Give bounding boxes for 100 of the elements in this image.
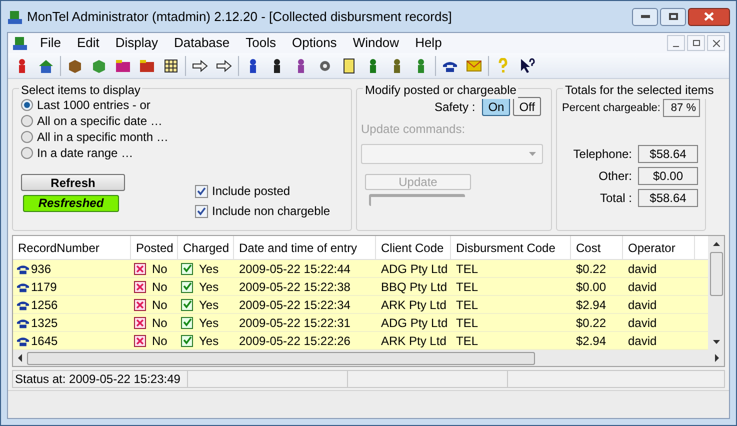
phone-icon <box>16 280 30 292</box>
envelope-icon[interactable] <box>466 58 482 74</box>
column-header[interactable]: Charged <box>178 236 234 259</box>
phone-icon <box>16 316 30 328</box>
column-header[interactable]: RecordNumber <box>13 236 131 259</box>
checkbox[interactable] <box>195 184 208 198</box>
table-cell-text: Yes <box>199 260 219 278</box>
table-cell-text: TEL <box>455 333 480 349</box>
table-cell-text: 1256 <box>31 296 58 314</box>
total-label: Other: <box>598 168 632 185</box>
phone-icon <box>16 262 30 274</box>
column-header[interactable]: Disbursment Code <box>451 236 571 259</box>
table-cell-text: $0.22 <box>575 261 608 277</box>
menu-item[interactable]: Edit <box>68 33 108 53</box>
radio-button[interactable] <box>21 114 33 126</box>
dropdown-arrow-icon <box>529 152 536 156</box>
grid-icon[interactable] <box>163 58 179 74</box>
table-cell-text: TEL <box>455 297 480 313</box>
horizontal-scrollbar[interactable] <box>13 350 724 366</box>
table-cell-text: 2009-05-22 15:22:34 <box>238 297 352 313</box>
menu-item[interactable]: Tools <box>238 33 284 53</box>
radio-label: All on a specific date … <box>37 112 162 130</box>
vertical-scrollbar[interactable] <box>708 236 724 350</box>
menu-item[interactable]: Database <box>166 33 238 53</box>
menu-item[interactable]: Window <box>344 33 408 53</box>
table-cell-text: david <box>627 315 658 331</box>
menu-item[interactable]: File <box>32 33 69 53</box>
column-header[interactable]: Cost <box>571 236 623 259</box>
total-value: $0.00 <box>638 167 698 185</box>
radio-label: All in a specific month … <box>37 128 168 146</box>
table-cell-text: Yes <box>199 314 219 332</box>
menu-item[interactable]: Options <box>284 33 345 53</box>
document-icon[interactable] <box>12 35 28 51</box>
scroll-left-icon[interactable] <box>17 354 23 362</box>
table-cell-text: 1179 <box>31 278 57 296</box>
phone-icon <box>16 334 30 346</box>
column-header[interactable]: Posted <box>131 236 178 259</box>
table-cell-text: No <box>152 278 168 296</box>
table-cell-text: david <box>627 297 658 313</box>
scroll-right-icon[interactable] <box>714 354 720 362</box>
table-cell-text: Yes <box>199 332 219 350</box>
restore-button[interactable] <box>687 35 705 51</box>
table-cell-text: TEL <box>455 279 480 295</box>
table-cell-text: 1645 <box>31 332 58 350</box>
window-title: MonTel Administrator (mtadmin) 2.12.20 - [Collected disbursment records] <box>27 8 452 26</box>
checkbox-label: Include non chargeble <box>212 203 330 220</box>
safety-toggle[interactable]: Off <box>513 97 541 116</box>
table-cell-text: ARK Pty Ltd <box>380 333 448 349</box>
column-header[interactable]: Client Code <box>376 236 451 259</box>
safety-label: Safety : <box>434 98 476 116</box>
table-cell-text: $0.22 <box>575 315 608 331</box>
menu-item[interactable]: Display <box>107 33 166 53</box>
folder-icon[interactable] <box>115 58 131 74</box>
table-cell-text: BBQ Pty Ltd <box>380 279 448 295</box>
table-cell-text: Yes <box>199 296 219 314</box>
folder-icon[interactable] <box>139 58 155 74</box>
table-cell-text: $2.94 <box>575 333 608 349</box>
table-cell-text: $0.00 <box>575 279 608 295</box>
table-cell-text: ADG Pty Ltd <box>380 315 449 331</box>
house-icon[interactable] <box>38 58 54 74</box>
app-icon <box>7 8 23 24</box>
minimize-button[interactable] <box>667 35 685 51</box>
total-value: $58.64 <box>638 189 698 207</box>
table-cell-text: No <box>152 260 168 278</box>
table-cell-text: $2.94 <box>575 297 608 313</box>
table-cell-text: david <box>627 333 658 349</box>
percent-value: 87 % <box>663 99 700 117</box>
status-text: Status at: 2009-05-22 15:23:49 <box>13 371 188 387</box>
radio-button[interactable] <box>21 130 33 142</box>
pointer-icon[interactable] <box>519 58 535 74</box>
percent-label: Percent chargeable: <box>562 100 660 116</box>
phone-icon <box>16 298 30 310</box>
maximize-button[interactable] <box>660 8 686 26</box>
table-cell-text: david <box>627 261 658 277</box>
table-cell-text: 2009-05-22 15:22:31 <box>238 315 352 331</box>
doc-icon[interactable] <box>341 58 357 74</box>
total-label: Total : <box>600 190 632 207</box>
status-indicator: Resfreshed <box>23 195 119 212</box>
column-header[interactable]: Date and time of entry <box>234 236 376 259</box>
table-cell-text: david <box>627 279 658 295</box>
radio-button[interactable] <box>21 146 33 158</box>
close-button[interactable] <box>688 8 730 26</box>
radio-label: Last 1000 entries - or <box>37 96 150 114</box>
checkbox-label: Include posted <box>212 183 290 200</box>
total-value: $58.64 <box>638 145 698 163</box>
arrow-icon[interactable] <box>216 58 232 74</box>
column-header[interactable]: Operator <box>623 236 695 259</box>
arrow-icon[interactable] <box>192 58 208 74</box>
menu-item[interactable]: Help <box>407 33 450 53</box>
update-commands-label: Update commands: <box>361 121 466 138</box>
table-cell-text: No <box>152 296 168 314</box>
checkbox[interactable] <box>195 204 208 218</box>
minimize-button[interactable] <box>632 8 658 26</box>
close-icon <box>712 40 720 46</box>
table-cell-text: No <box>152 332 168 350</box>
table-cell-text: 2009-05-22 15:22:44 <box>238 261 352 277</box>
table-cell-text: No <box>152 314 168 332</box>
radio-button[interactable] <box>21 98 33 110</box>
table-cell-text: 936 <box>31 260 52 278</box>
refresh-button[interactable]: Refresh <box>21 174 125 191</box>
